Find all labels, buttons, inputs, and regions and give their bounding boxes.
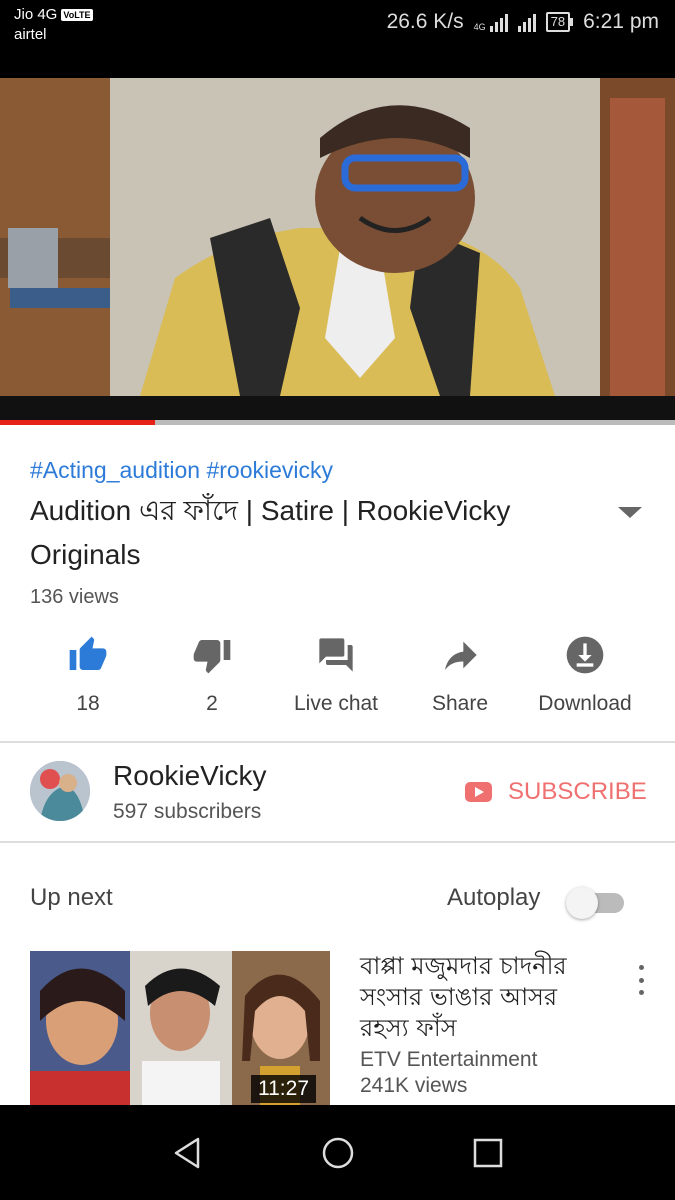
suggested-video-thumbnail[interactable]: 11:27: [30, 951, 330, 1105]
watch-page-content: #Acting_audition #rookievicky Audition এ…: [0, 425, 675, 1105]
download-label: Download: [538, 692, 632, 715]
signal-4g-icon: 4G: [474, 12, 508, 32]
thumbs-up-icon: [28, 630, 148, 680]
channel-name[interactable]: RookieVicky: [113, 760, 267, 792]
video-duration: 11:27: [251, 1075, 316, 1103]
video-title[interactable]: Audition এর ফাঁদে | Satire | RookieVicky…: [30, 489, 590, 577]
subscriber-count: 597 subscribers: [113, 800, 262, 823]
subscribe-label: SUBSCRIBE: [508, 778, 647, 805]
view-count: 136 views: [30, 586, 119, 608]
autoplay-label: Autoplay: [447, 884, 541, 911]
download-button[interactable]: Download: [525, 630, 645, 716]
battery-level: 78: [545, 12, 571, 32]
status-bar: Jio 4G VoLTE airtel 26.6 K/s 4G 78 6:21 …: [0, 0, 675, 78]
recents-icon[interactable]: [470, 1135, 506, 1171]
suggested-video-channel: ETV Entertainment: [360, 1048, 538, 1071]
download-icon: [525, 630, 645, 680]
autoplay-toggle[interactable]: [566, 887, 624, 919]
up-next-heading: Up next: [30, 884, 113, 911]
network-type: 4G: [473, 22, 486, 32]
status-indicators: 26.6 K/s 4G 78 6:21 pm: [387, 10, 659, 34]
back-icon[interactable]: [170, 1135, 206, 1171]
dislike-button[interactable]: 2: [152, 630, 272, 716]
network-speed: 26.6 K/s: [386, 10, 464, 33]
video-frame: [0, 78, 675, 420]
signal-icon: [517, 12, 536, 32]
action-bar: 18 2 Live chat Share Download: [0, 630, 675, 740]
system-nav-bar: [0, 1105, 675, 1200]
volte-badge: VoLTE: [61, 8, 93, 21]
expand-description-icon[interactable]: [618, 507, 642, 518]
dislike-count: 2: [206, 692, 218, 715]
share-button[interactable]: Share: [400, 630, 520, 716]
live-chat-button[interactable]: Live chat: [276, 630, 396, 716]
battery-icon: 78: [545, 12, 574, 32]
suggested-video[interactable]: 11:27 বাপ্পা মজুমদার চাদনীর সংসার ভাঙার …: [30, 951, 650, 1105]
youtube-logo-icon: [465, 782, 492, 802]
carrier-primary-label: Jio 4G: [14, 6, 58, 23]
carrier-secondary: airtel: [14, 26, 47, 43]
chat-icon: [276, 630, 396, 680]
clock: 6:21 pm: [583, 10, 659, 33]
thumbs-down-icon: [152, 630, 272, 680]
more-options-icon[interactable]: [636, 965, 646, 995]
video-player[interactable]: [0, 78, 675, 420]
share-label: Share: [431, 692, 489, 715]
channel-row[interactable]: RookieVicky 597 subscribers SUBSCRIBE: [0, 745, 675, 843]
suggested-video-views: 241K views: [360, 1074, 468, 1097]
divider: [0, 741, 675, 743]
home-icon[interactable]: [320, 1135, 356, 1171]
subscribe-button[interactable]: SUBSCRIBE: [465, 778, 647, 806]
video-hashtags[interactable]: #Acting_audition #rookievicky: [30, 457, 333, 484]
carrier-primary: Jio 4G VoLTE: [14, 6, 93, 23]
live-chat-label: Live chat: [293, 692, 379, 715]
share-arrow-icon: [400, 630, 520, 680]
autoplay-toggle-knob: [566, 887, 598, 919]
like-button[interactable]: 18: [28, 630, 148, 716]
divider: [0, 841, 675, 843]
suggested-video-title[interactable]: বাপ্পা মজুমদার চাদনীর সংসার ভাঙার আসর রহ…: [360, 951, 610, 1044]
channel-avatar[interactable]: [30, 761, 90, 821]
like-count: 18: [76, 692, 100, 715]
